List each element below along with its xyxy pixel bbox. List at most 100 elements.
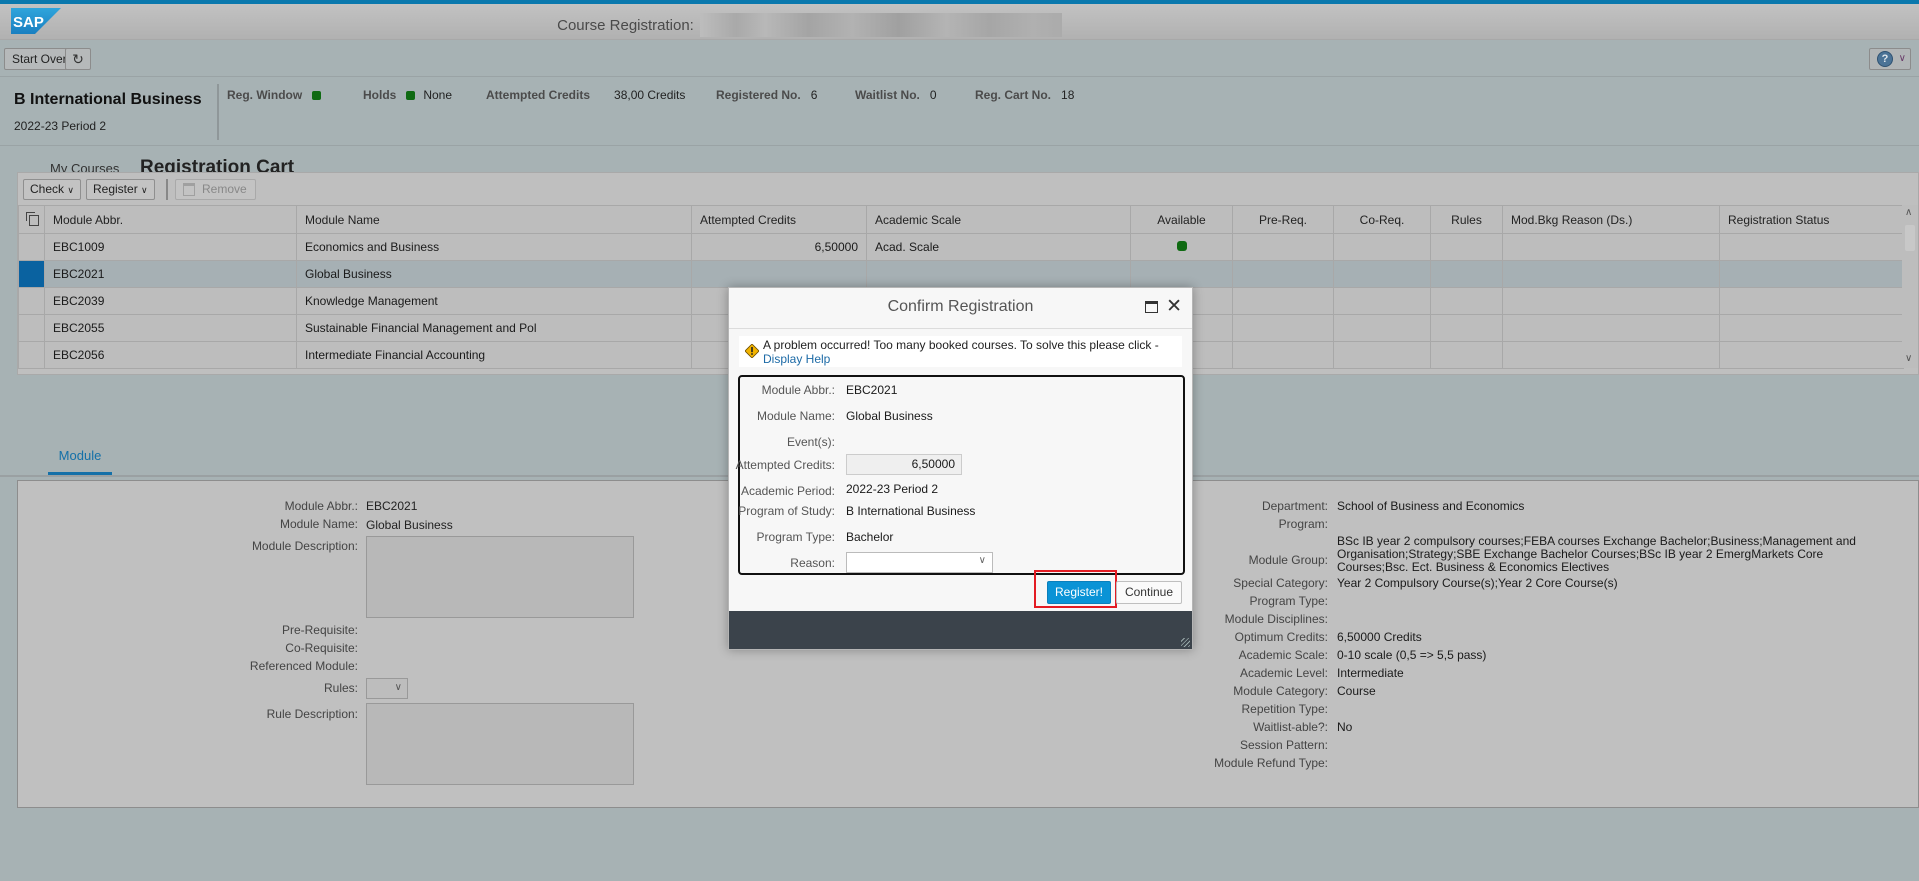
cell-module-name: Global Business <box>296 260 692 288</box>
tab-module[interactable]: Module <box>48 448 112 475</box>
header-divider <box>217 84 219 140</box>
detail-value-department: School of Business and Economics <box>1337 499 1525 513</box>
trash-icon <box>183 183 195 196</box>
close-icon[interactable]: ✕ <box>1166 295 1182 318</box>
check-menu-button[interactable]: Check ∨ <box>23 179 81 200</box>
cell-bkg-reason <box>1502 314 1720 342</box>
reg-window-status-icon <box>312 91 322 100</box>
scroll-up-icon[interactable]: ∧ <box>1905 207 1912 218</box>
detail-label-module-refund-type: Module Refund Type: <box>1214 756 1328 770</box>
column-header[interactable]: Pre-Req. <box>1232 205 1334 234</box>
row-selector[interactable] <box>18 314 45 342</box>
detail-label: Module Description: <box>251 539 358 553</box>
cell-module-name: Knowledge Management <box>296 287 692 315</box>
holds-value: None <box>423 88 453 102</box>
cart-label: Reg. Cart No. <box>975 88 1052 102</box>
cell-module-name: Sustainable Financial Management and Pol <box>296 314 692 342</box>
field-label: Program of Study: <box>738 504 835 518</box>
table-row[interactable]: EBC1009 Economics and Business 6,50000 Acad… <box>18 233 1904 261</box>
cell-academic-scale: Acad. Scale <box>866 233 1131 261</box>
detail-label-academic-level: Academic Level: <box>1239 666 1328 680</box>
detail-label: Pre-Requisite: <box>281 623 358 637</box>
column-header[interactable]: Mod.Bkg Reason (Ds.) <box>1502 205 1720 234</box>
cell-registration-status <box>1719 260 1904 288</box>
select-all-header[interactable] <box>18 205 45 234</box>
cell-rules <box>1430 233 1503 261</box>
dialog-header: Confirm Registration ✕ <box>729 288 1192 329</box>
select-all-icon <box>25 212 39 226</box>
help-icon: ? <box>1877 51 1893 67</box>
register-button[interactable]: Register! <box>1047 581 1111 604</box>
detail-label-module-category: Module Category: <box>1233 684 1328 698</box>
column-header[interactable]: Module Name <box>296 205 692 234</box>
scroll-down-icon[interactable]: ∨ <box>1905 353 1912 364</box>
cell-pre-req <box>1232 314 1334 342</box>
cell-module-abbr: EBC2021 <box>44 260 297 288</box>
registered-count: Registered No. 6 <box>716 88 817 102</box>
remove-button[interactable]: Remove <box>175 179 256 200</box>
module-description-textarea[interactable] <box>366 536 634 618</box>
cell-module-abbr: EBC1009 <box>44 233 297 261</box>
chevron-down-icon: ∨ <box>67 185 74 195</box>
reason-select[interactable]: ∨ <box>846 552 993 573</box>
column-header[interactable]: Module Abbr. <box>44 205 297 234</box>
cell-pre-req <box>1232 260 1334 288</box>
detail-value-special-category: Year 2 Compulsory Course(s);Year 2 Core … <box>1337 576 1618 590</box>
warning-text-block: A problem occurred! Too many booked cour… <box>763 338 1159 366</box>
shell-title-label: Course Registration: <box>557 16 694 34</box>
row-selector[interactable] <box>18 341 45 369</box>
cell-rules <box>1430 341 1503 369</box>
cell-registration-status <box>1719 314 1904 342</box>
register-menu-button[interactable]: Register ∨ <box>86 179 155 200</box>
cell-rules <box>1430 314 1503 342</box>
column-header[interactable]: Co-Req. <box>1333 205 1431 234</box>
detail-label: Module Abbr.: <box>284 499 358 513</box>
column-header[interactable]: Registration Status <box>1719 205 1904 234</box>
column-header[interactable]: Attempted Credits <box>691 205 867 234</box>
holds-status: Holds None <box>363 88 452 102</box>
row-selector[interactable] <box>18 233 45 261</box>
rules-select[interactable]: ∨ <box>366 678 408 699</box>
scroll-thumb[interactable] <box>1905 225 1915 251</box>
row-selector[interactable] <box>18 260 45 288</box>
cell-registration-status <box>1719 287 1904 315</box>
dialog-form: Module Abbr.: EBC2021 Module Name: Global … <box>736 375 1185 575</box>
field-value: EBC2021 <box>846 383 898 397</box>
continue-button[interactable]: Continue <box>1116 581 1182 604</box>
detail-label: Referenced Module: <box>249 659 358 673</box>
detail-label-academic-scale: Academic Scale: <box>1238 648 1328 662</box>
detail-value-academic-level: Intermediate <box>1337 666 1404 680</box>
refresh-button[interactable]: ↻ <box>65 48 91 70</box>
attempted-credits-input[interactable]: 6,50000 <box>846 454 962 475</box>
cell-co-req <box>1333 287 1431 315</box>
cell-module-name: Economics and Business <box>296 233 692 261</box>
toolbar-separator <box>166 179 168 200</box>
resize-handle[interactable] <box>1181 638 1190 647</box>
table-scrollbar[interactable]: ∧ ∨ <box>1902 205 1918 368</box>
row-selector[interactable] <box>18 287 45 315</box>
chevron-down-icon: ∨ <box>978 555 986 566</box>
waitlist-count: Waitlist No. 0 <box>855 88 937 102</box>
field-label: Event(s): <box>786 435 835 449</box>
column-header[interactable]: Available <box>1130 205 1233 234</box>
attempted-credits-label: Attempted Credits <box>486 88 591 102</box>
cell-attempted-credits: 6,50000 <box>691 233 867 261</box>
available-status-icon <box>1176 241 1187 251</box>
column-header[interactable]: Rules <box>1430 205 1503 234</box>
cart-count: Reg. Cart No. 18 <box>975 88 1074 102</box>
rule-description-textarea[interactable] <box>366 703 634 785</box>
cell-bkg-reason <box>1502 260 1720 288</box>
detail-label: Co-Requisite: <box>285 641 358 655</box>
field-label: Module Abbr.: <box>761 383 835 397</box>
help-menu-button[interactable]: ? ∨ <box>1869 48 1911 70</box>
program-header: B International Business 2022-23 Period … <box>0 77 1919 146</box>
cell-module-abbr: EBC2055 <box>44 314 297 342</box>
column-header[interactable]: Academic Scale <box>866 205 1131 234</box>
cell-rules <box>1430 260 1503 288</box>
maximize-icon[interactable] <box>1145 301 1158 313</box>
cell-pre-req <box>1232 341 1334 369</box>
shell-bar: SAP Course Registration: <box>0 4 1919 40</box>
cell-registration-status <box>1719 341 1904 369</box>
table-row[interactable]: EBC2021 Global Business <box>18 260 1904 288</box>
display-help-link[interactable]: Display Help <box>763 352 830 366</box>
